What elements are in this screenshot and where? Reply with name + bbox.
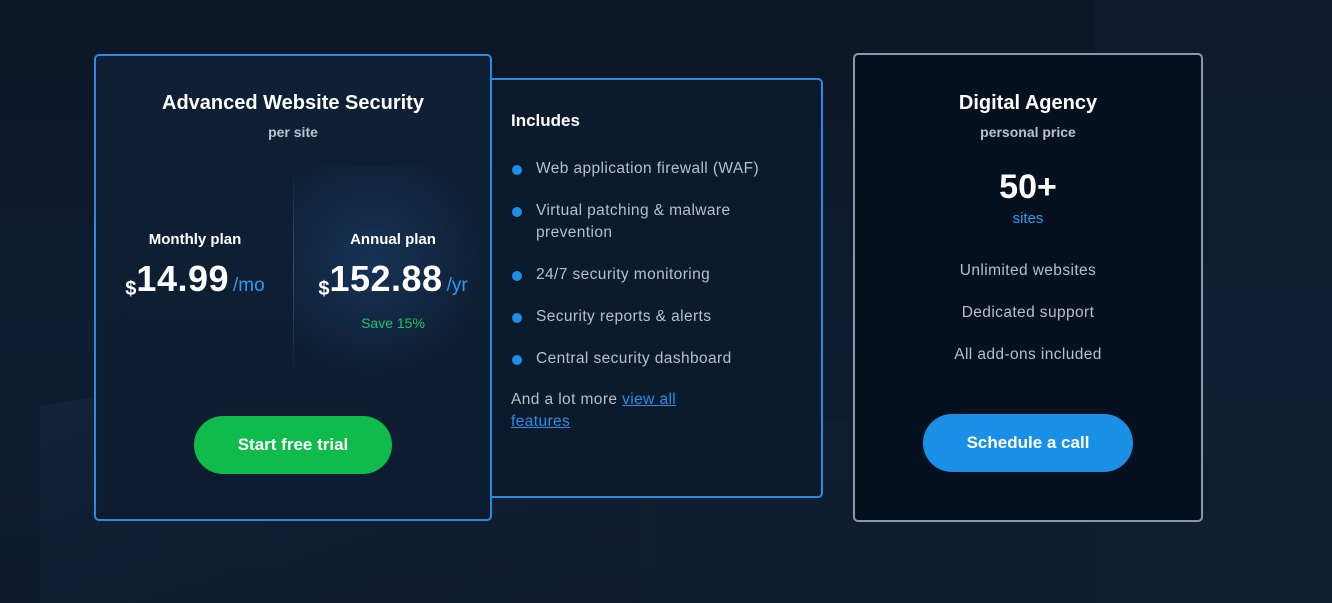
monthly-period: /mo [233, 275, 265, 296]
website-security-plan-card: Advanced Website Security per site Month… [94, 54, 492, 521]
digital-agency-plan-card: Digital Agency personal price 50+ sites … [853, 53, 1203, 522]
feature-item: Central security dashboard [511, 348, 801, 370]
savings-badge: Save 15% [361, 315, 425, 331]
agency-benefits-list: Unlimited websites Dedicated support All… [855, 261, 1201, 387]
annual-plan: Annual plan $152.88/yr Save 15% [294, 231, 492, 331]
schedule-call-button[interactable]: Schedule a call [923, 414, 1133, 472]
bullet-icon [512, 165, 522, 175]
bullet-icon [512, 313, 522, 323]
monthly-amount: 14.99 [136, 258, 230, 299]
start-free-trial-button[interactable]: Start free trial [194, 416, 392, 474]
feature-item: 24/7 security monitoring [511, 264, 801, 286]
currency-symbol: $ [125, 278, 137, 300]
annual-plan-label: Annual plan [350, 231, 436, 248]
includes-card: Includes Web application firewall (WAF) … [492, 78, 823, 498]
more-features-text: And a lot more view all features [511, 389, 731, 433]
includes-title: Includes [511, 111, 580, 130]
feature-item: Security reports & alerts [511, 306, 801, 328]
feature-item: Virtual patching & malware prevention [511, 200, 801, 244]
monthly-plan: Monthly plan $14.99/mo [96, 231, 294, 301]
agency-site-unit: sites [1012, 210, 1044, 227]
plan-subtitle: per site [268, 124, 318, 140]
monthly-price: $14.99/mo [96, 258, 294, 301]
feature-label: Security reports & alerts [536, 308, 712, 325]
feature-list: Web application firewall (WAF) Virtual p… [511, 158, 801, 390]
currency-symbol: $ [318, 278, 330, 300]
annual-amount: 152.88 [329, 258, 443, 299]
feature-item: Web application firewall (WAF) [511, 158, 801, 180]
feature-label: Web application firewall (WAF) [536, 160, 760, 177]
agency-site-count: 50+ [999, 168, 1057, 206]
bullet-icon [512, 207, 522, 217]
bullet-icon [512, 355, 522, 365]
plan-title: Advanced Website Security [162, 92, 424, 114]
agency-benefit: All add-ons included [954, 346, 1102, 363]
agency-subtitle: personal price [980, 124, 1076, 140]
more-text: And a lot more [511, 391, 618, 408]
agency-title: Digital Agency [958, 92, 1098, 114]
feature-label: Virtual patching & malware prevention [536, 202, 731, 241]
agency-benefit: Dedicated support [961, 304, 1095, 321]
monthly-plan-label: Monthly plan [148, 231, 242, 248]
bullet-icon [512, 271, 522, 281]
agency-benefit: Unlimited websites [959, 262, 1097, 279]
feature-label: Central security dashboard [536, 350, 732, 367]
annual-price: $152.88/yr [294, 258, 492, 301]
feature-label: 24/7 security monitoring [536, 266, 711, 283]
annual-period: /yr [446, 275, 468, 296]
